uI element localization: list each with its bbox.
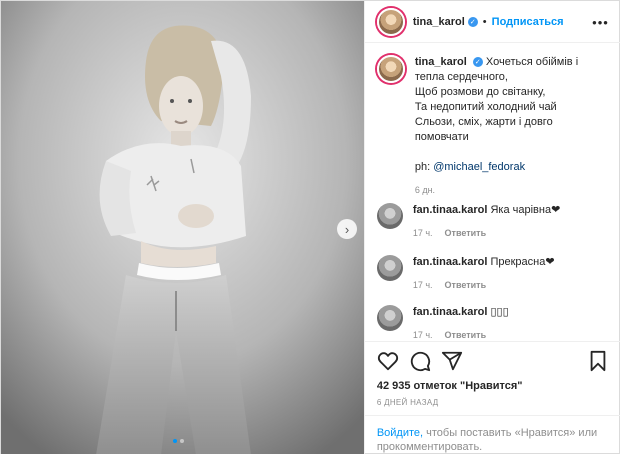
comment-item: fan.tinaa.karol Прекрасна❤ 17 ч. Ответить xyxy=(376,255,613,292)
comment-username[interactable]: fan.tinaa.karol xyxy=(413,306,488,318)
chevron-right-icon: › xyxy=(344,221,350,237)
caption-line: Та недопитий холодний чай xyxy=(414,101,557,113)
share-icon[interactable] xyxy=(441,350,463,372)
verified-icon: ✓ xyxy=(467,16,478,27)
author-avatar[interactable] xyxy=(376,7,405,36)
author-username[interactable]: tina_karol xyxy=(413,16,465,28)
caption-username[interactable]: tina_karol xyxy=(415,56,467,68)
credit-prefix: ph: xyxy=(414,161,434,173)
photo-illustration xyxy=(1,1,364,454)
login-prompt: Войдите, чтобы поставить «Нравится» или … xyxy=(364,415,620,454)
comment-icon[interactable] xyxy=(409,350,431,372)
carousel-dot-active xyxy=(173,439,177,443)
more-options-icon[interactable]: ••• xyxy=(592,15,609,30)
login-link[interactable]: Войдите, xyxy=(377,427,423,439)
post-sidebar: tina_karol ✓ • Подписаться ••• tina_karo… xyxy=(363,1,620,454)
instagram-post: › tina_karol ✓ • Подписаться ••• tina_ka… xyxy=(0,0,620,454)
comment-item: fan.tinaa.karol ▯▯▯ 17 ч. Ответить xyxy=(376,305,613,342)
header-separator: • xyxy=(482,15,487,28)
comment-text: Яка чарівна❤ xyxy=(490,204,561,216)
caption-line: тепла сердечного, xyxy=(414,71,508,83)
follow-button[interactable]: Подписаться xyxy=(492,16,564,28)
caption-line: помовчати xyxy=(414,131,469,143)
comment-username[interactable]: fan.tinaa.karol xyxy=(413,204,488,216)
action-bar xyxy=(364,341,620,379)
carousel-dots xyxy=(173,439,184,443)
post-caption: tina_karol ✓ Хочеться обіймів і тепла се… xyxy=(376,55,613,198)
caption-line: Щоб розмови до світанку, xyxy=(414,86,546,98)
commenter-avatar[interactable] xyxy=(376,255,403,281)
likes-count[interactable]: 42 935 отметок "Нравится" xyxy=(377,380,523,392)
comment-time: 17 ч. xyxy=(412,330,433,340)
post-date: 6 ДНЕЙ НАЗАД xyxy=(376,398,439,407)
comment-text: ▯▯▯ xyxy=(490,306,509,318)
post-photo[interactable]: › xyxy=(1,1,364,454)
reply-button[interactable]: Ответить xyxy=(445,228,487,238)
caption-body: tina_karol ✓ Хочеться обіймів і тепла се… xyxy=(415,55,578,198)
comment-username[interactable]: fan.tinaa.karol xyxy=(413,256,488,268)
caption-avatar[interactable] xyxy=(376,55,405,83)
reply-button[interactable]: Ответить xyxy=(445,280,487,290)
verified-icon: ✓ xyxy=(472,57,483,68)
next-photo-button[interactable]: › xyxy=(337,219,357,239)
carousel-dot xyxy=(180,439,184,443)
reply-button[interactable]: Ответить xyxy=(445,330,487,340)
caption-time: 6 дн. xyxy=(414,185,436,195)
caption-line: Сльози, сміх, жарти і довго xyxy=(414,116,553,128)
post-header: tina_karol ✓ • Подписаться ••• xyxy=(364,1,620,43)
commenter-avatar[interactable] xyxy=(376,305,403,331)
photographer-mention[interactable]: @michael_fedorak xyxy=(433,161,525,173)
comment-text: Прекрасна❤ xyxy=(490,256,555,268)
bookmark-icon[interactable] xyxy=(587,350,609,372)
caption-line: Хочеться обіймів і xyxy=(485,56,579,68)
heart-icon[interactable] xyxy=(377,350,399,372)
commenter-avatar[interactable] xyxy=(376,203,403,229)
comment-time: 17 ч. xyxy=(412,228,433,238)
comment-item: fan.tinaa.karol Яка чарівна❤ 17 ч. Ответи… xyxy=(376,203,613,240)
comment-time: 17 ч. xyxy=(412,280,433,290)
